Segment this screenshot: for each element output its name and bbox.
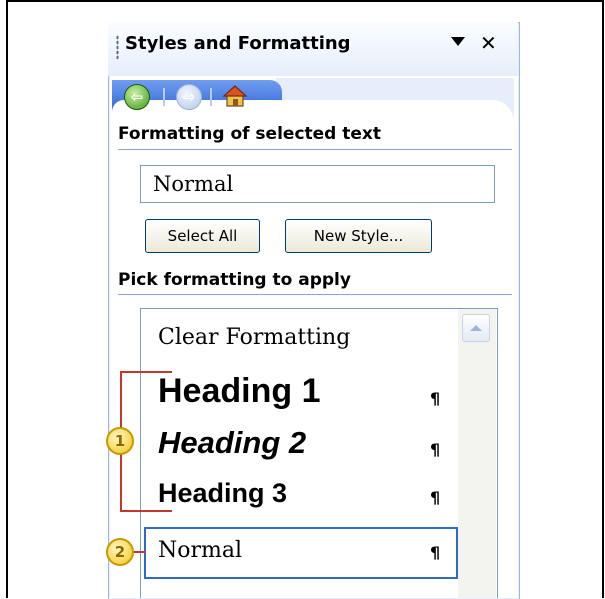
pane-title: Styles and Formatting: [125, 33, 351, 54]
pilcrow-icon: ¶: [430, 488, 441, 507]
scroll-up-button[interactable]: [462, 314, 490, 342]
list-item-heading-3[interactable]: Heading 3: [158, 478, 287, 509]
list-item-heading-1[interactable]: Heading 1: [158, 372, 320, 411]
section-divider: [118, 294, 512, 295]
list-item-heading-2[interactable]: Heading 2: [158, 425, 306, 461]
section-divider: [118, 149, 512, 150]
callout-1-badge: 1: [106, 427, 134, 455]
close-icon[interactable]: ✕: [480, 31, 497, 55]
formatting-heading: Formatting of selected text: [118, 124, 382, 144]
pilcrow-icon: ¶: [430, 389, 441, 408]
home-icon[interactable]: [222, 84, 248, 108]
forward-arrow-icon[interactable]: ⇨: [176, 84, 202, 110]
pilcrow-icon: ¶: [430, 440, 441, 459]
callout-bracket: [120, 510, 172, 512]
nav-separator: [163, 88, 165, 106]
select-all-button[interactable]: Select All: [145, 219, 260, 253]
pane-grip-handle[interactable]: [116, 35, 119, 59]
nav-separator: [210, 88, 212, 106]
new-style-button[interactable]: New Style...: [285, 219, 432, 253]
back-arrow-icon[interactable]: ⇦: [124, 84, 150, 110]
callout-bracket: [120, 371, 172, 373]
callout-2-badge: 2: [106, 538, 134, 566]
chevron-up-icon: [470, 325, 482, 331]
pilcrow-icon: ¶: [430, 543, 441, 562]
pick-formatting-heading: Pick formatting to apply: [118, 270, 351, 290]
list-item-clear-formatting[interactable]: Clear Formatting: [158, 325, 350, 350]
current-style-field[interactable]: Normal: [140, 165, 495, 203]
list-scrollbar[interactable]: [458, 309, 496, 598]
list-item-normal[interactable]: Normal: [158, 538, 242, 563]
dropdown-arrow-icon[interactable]: [451, 37, 465, 46]
